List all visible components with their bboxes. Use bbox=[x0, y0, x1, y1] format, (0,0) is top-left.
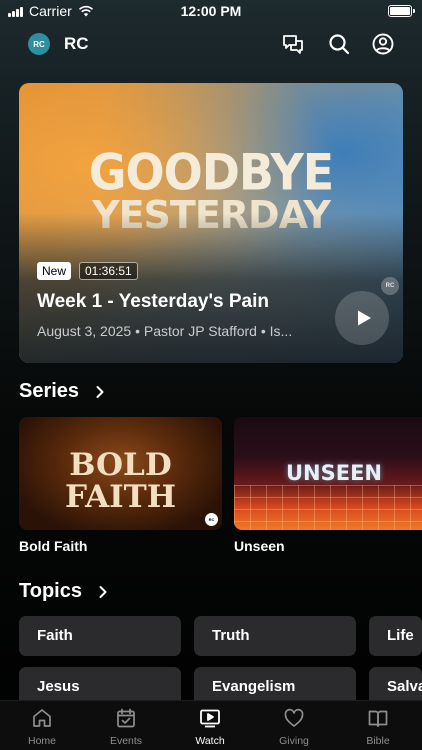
series-card-bold-faith[interactable]: BOLD FAITH RC bbox=[19, 417, 222, 530]
hero-gradient bbox=[19, 213, 403, 363]
tab-label: Home bbox=[27, 735, 56, 747]
topic-chip[interactable]: Truth bbox=[194, 616, 356, 656]
tab-label: Bible bbox=[366, 735, 390, 747]
watermark-logo: RC bbox=[381, 277, 399, 295]
series-heading: Series bbox=[19, 380, 80, 402]
tab-bible[interactable]: Bible bbox=[336, 707, 420, 747]
chevron-right-icon bbox=[99, 585, 107, 598]
hero-title: Week 1 - Yesterday's Pain bbox=[37, 291, 269, 312]
series-name[interactable]: Bold Faith bbox=[19, 538, 87, 554]
hero-meta: August 3, 2025 • Pastor JP Stafford • Is… bbox=[37, 323, 293, 339]
tab-label: Events bbox=[109, 735, 143, 747]
tab-label: Watch bbox=[195, 735, 225, 747]
watermark-logo: RC bbox=[205, 513, 218, 526]
tab-events[interactable]: Events bbox=[84, 707, 168, 747]
series-art-line2: FAITH bbox=[64, 479, 177, 515]
play-icon bbox=[357, 310, 371, 326]
bottom-tab-bar: Home Events Watch Giving Bible bbox=[0, 700, 422, 750]
play-button[interactable] bbox=[335, 291, 389, 345]
heart-icon bbox=[284, 708, 304, 727]
battery-icon bbox=[388, 5, 415, 17]
status-bar: Carrier 12:00 PM bbox=[0, 0, 422, 24]
home-icon bbox=[33, 709, 51, 727]
book-icon bbox=[368, 710, 388, 727]
tab-watch[interactable]: Watch bbox=[168, 707, 252, 747]
profile-icon[interactable] bbox=[371, 32, 395, 56]
topic-chip[interactable]: Life bbox=[369, 616, 422, 656]
topics-heading: Topics bbox=[19, 580, 82, 602]
chat-bubbles-icon[interactable] bbox=[281, 32, 305, 56]
series-art-text: UNSEEN bbox=[285, 461, 383, 485]
logo-text: RC bbox=[33, 39, 45, 49]
app-header: RC RC bbox=[0, 28, 422, 60]
series-art-grid bbox=[234, 485, 422, 530]
play-screen-icon bbox=[200, 709, 220, 728]
series-header[interactable]: Series bbox=[19, 380, 107, 403]
tab-home[interactable]: Home bbox=[0, 707, 84, 747]
duration-badge: 01:36:51 bbox=[79, 262, 138, 280]
calendar-icon bbox=[117, 708, 135, 728]
featured-sermon-card[interactable]: GOODBYE YESTERDAY New 01:36:51 RC Week 1… bbox=[19, 83, 403, 363]
series-name[interactable]: Unseen bbox=[234, 538, 285, 554]
chevron-right-icon bbox=[96, 385, 104, 398]
topics-header[interactable]: Topics bbox=[19, 580, 110, 603]
topic-chip[interactable]: Faith bbox=[19, 616, 181, 656]
new-badge: New bbox=[37, 262, 72, 280]
tab-giving[interactable]: Giving bbox=[252, 707, 336, 747]
church-logo[interactable]: RC bbox=[28, 33, 50, 55]
series-art-line1: BOLD bbox=[69, 447, 172, 483]
search-icon[interactable] bbox=[327, 32, 351, 56]
app-title: RC bbox=[64, 34, 89, 53]
tab-label: Giving bbox=[279, 735, 309, 747]
status-time: 12:00 PM bbox=[180, 3, 242, 19]
series-card-unseen[interactable]: UNSEEN bbox=[234, 417, 422, 530]
